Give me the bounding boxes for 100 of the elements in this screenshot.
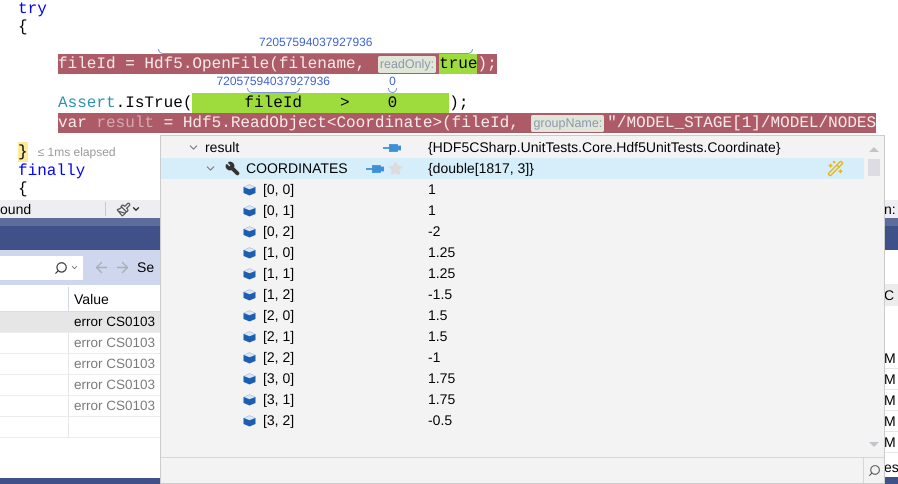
code-brace: {	[18, 18, 28, 36]
pin-icon[interactable]	[383, 142, 401, 152]
search-icon[interactable]	[868, 464, 880, 477]
wrench-icon	[224, 161, 240, 176]
datatip-name: [0, 0]	[263, 180, 294, 199]
cube-icon	[242, 184, 256, 196]
datatip-value: -0.5	[428, 411, 452, 430]
bottom-bar	[884, 477, 898, 484]
datatip-value: 1.75	[428, 369, 456, 388]
datatip-value: {HDF5CSharp.UnitTests.Core.Hdf5UnitTests.Coordinate}	[428, 138, 780, 157]
table-cell-text: error CS0103	[73, 376, 156, 394]
datatip-row[interactable]: [3, 2] -0.5	[161, 410, 864, 431]
datatip-name: [2, 0]	[263, 306, 294, 325]
datatip-name: [1, 0]	[263, 243, 294, 262]
side-header: C	[884, 284, 898, 306]
datatip-name: [2, 1]	[263, 327, 294, 346]
table-cell-text: error CS0103	[73, 397, 156, 415]
datatip-name: [2, 2]	[263, 348, 294, 367]
code-text: "/MODEL_STAGE[1]/MODEL/NODES	[607, 113, 876, 133]
datatip-value: {double[1817, 3]}	[428, 159, 534, 178]
datatip-row[interactable]: [2, 0] 1.5	[161, 305, 864, 326]
brush-icon[interactable]	[116, 202, 141, 216]
code-variable: result	[96, 113, 154, 133]
datatip-value: 1.5	[428, 327, 448, 346]
datatip-name: [1, 2]	[263, 285, 294, 304]
code-text: >	[340, 93, 350, 113]
side-cell-text: es	[884, 458, 898, 477]
datatip-value: -1.5	[428, 285, 452, 304]
datatip-row[interactable]: [1, 1] 1.25	[161, 263, 864, 284]
datatip-name: [3, 1]	[263, 390, 294, 409]
code-brace: }	[18, 142, 28, 162]
datatip-name: result	[205, 138, 240, 157]
datatip-row[interactable]: [2, 2] -1	[161, 347, 864, 368]
table-cell-text: error CS0103	[73, 313, 156, 331]
panel-title-bar	[884, 218, 898, 250]
code-text: );	[449, 93, 468, 113]
datatip-row[interactable]: [0, 1] 1	[161, 200, 864, 221]
datatip-value: -1	[428, 348, 440, 367]
cube-icon	[242, 226, 256, 238]
datatip-value: 1.5	[428, 306, 448, 325]
parameter-hint: readOnly:	[378, 56, 436, 72]
cube-icon	[242, 288, 256, 300]
datatip-annotation: 72057594037927936	[216, 75, 330, 88]
parameter-hint: groupName:	[531, 114, 604, 132]
datatip-row[interactable]: result {HDF5CSharp.UnitTests.Core.Hdf5UnitTests.Coordinate}	[161, 137, 864, 158]
pin-icon[interactable]	[366, 164, 384, 174]
search-depth-label: Se	[137, 258, 154, 277]
table-cell-text: error CS0103	[73, 355, 156, 373]
datatip-row[interactable]: [0, 2] -2	[161, 221, 864, 242]
datatip-name: [0, 1]	[263, 201, 294, 220]
annotation-bracket	[388, 88, 397, 93]
code-value: true	[439, 54, 478, 74]
code-keyword: finally	[18, 162, 86, 180]
cube-icon	[242, 204, 256, 216]
datatip-row[interactable]: [0, 0] 1	[161, 179, 864, 200]
code-text: ;	[487, 54, 497, 74]
code-text: 0	[388, 93, 398, 113]
cube-icon	[242, 372, 256, 384]
dropdown-caret-icon[interactable]	[70, 263, 79, 272]
code-type: Assert	[58, 93, 116, 113]
datatip-name: [1, 1]	[263, 264, 294, 283]
datatip-value: 1.25	[428, 243, 456, 262]
cube-icon	[242, 310, 256, 322]
datatip-name: [0, 2]	[263, 222, 294, 241]
code-text: = Hdf5.ReadObject<Coordinate>(fileId,	[162, 113, 520, 133]
datatip-annotation: 72057594037927936	[259, 36, 372, 49]
code-keyword: var	[58, 113, 87, 133]
datatip-row[interactable]: [1, 0] 1.25	[161, 242, 864, 263]
code-text: .IsTrue(	[116, 93, 192, 113]
datatip-row[interactable]: COORDINATES {double[1817, 3]}	[161, 158, 864, 179]
magic-wand-icon[interactable]	[827, 160, 844, 177]
cube-icon	[242, 246, 256, 258]
datatip-row[interactable]: [3, 0] 1.75	[161, 368, 864, 389]
datatip-value: 1.75	[428, 390, 456, 409]
datatip-row[interactable]: [2, 1] 1.5	[161, 326, 864, 347]
datatip-name: COORDINATES	[246, 159, 348, 178]
datatip-annotation: 0	[389, 75, 396, 88]
code-text: fileId	[244, 93, 302, 113]
column-header[interactable]: Value	[69, 287, 109, 311]
search-field[interactable]	[0, 256, 83, 280]
search-icon	[54, 260, 68, 274]
datatip-value: 1.25	[428, 264, 456, 283]
cube-icon	[242, 352, 256, 364]
toolbar-label: ound	[0, 200, 32, 218]
elapsed-time: ≤ 1ms elapsed	[38, 144, 116, 161]
datatip-value: 1	[428, 180, 436, 199]
cube-icon	[242, 268, 256, 280]
code-brace: {	[18, 180, 28, 198]
datatip-value: -2	[428, 222, 440, 241]
cube-icon	[242, 330, 256, 342]
code-text: Hdf5.OpenFile(filename,	[144, 54, 366, 74]
cube-icon	[242, 414, 256, 426]
side-label: n:	[884, 200, 898, 218]
datatip-row[interactable]: [3, 1] 1.75	[161, 389, 864, 410]
code-text: )	[477, 54, 488, 74]
datatip-row[interactable]: [1, 2] -1.5	[161, 284, 864, 305]
datatip-name: [3, 2]	[263, 411, 294, 430]
cube-icon	[242, 394, 256, 406]
table-cell-text: error CS0103	[73, 334, 156, 352]
star-icon[interactable]	[388, 161, 403, 176]
